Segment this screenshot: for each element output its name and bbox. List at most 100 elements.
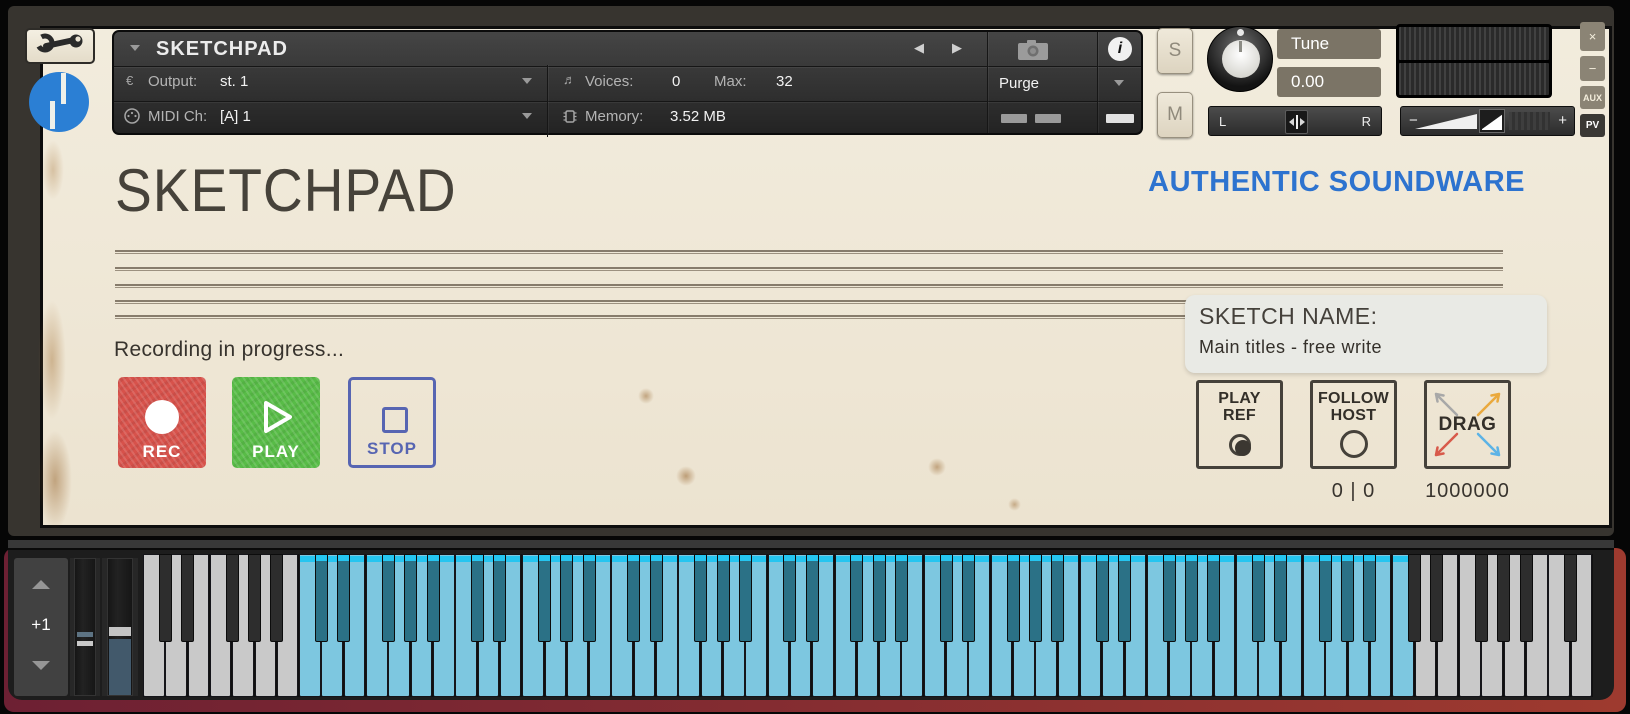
piano-key-black[interactable] [1341,554,1355,642]
piano-key-black[interactable] [560,554,574,642]
piano-key-black[interactable] [850,554,864,642]
piano-key-black[interactable] [1318,554,1332,642]
sketch-name-panel: SKETCH NAME: Main titles - free write [1185,295,1547,373]
follow-host-radio[interactable] [1339,430,1368,458]
output-value[interactable]: st. 1 [220,73,248,90]
piano-key-black[interactable] [738,554,752,642]
sketch-name-label: SKETCH NAME: [1199,303,1378,329]
sketch-name-value[interactable]: Main titles - free write [1199,337,1533,358]
pitch-wheel[interactable] [74,558,96,696]
instrument-collapse-caret[interactable] [130,45,140,51]
piano-key-black[interactable] [1028,554,1042,642]
purge-dropdown-caret[interactable] [1114,80,1124,86]
piano-key-black[interactable] [694,554,708,642]
pv-button[interactable]: PV [1580,114,1605,137]
knob-pointer [1239,41,1242,52]
piano-key-black[interactable] [1251,554,1265,642]
piano-key-black[interactable] [894,554,908,642]
tune-value-box[interactable]: 0.00 [1277,67,1381,97]
midi-value[interactable]: [A] 1 [220,108,251,125]
max-value[interactable]: 32 [776,73,793,90]
piano-key-black[interactable] [627,554,641,642]
play-button[interactable]: PLAY [232,377,320,468]
pan-slider[interactable]: L R [1208,106,1382,136]
stop-square-icon [382,407,408,433]
mod-wheel[interactable] [107,558,133,696]
piano-key-black[interactable] [783,554,797,642]
piano-key-black[interactable] [961,554,975,642]
piano-key-black[interactable] [1207,554,1221,642]
piano-key-black[interactable] [1497,554,1511,642]
stop-button[interactable]: STOP [348,377,436,468]
snapshot-camera-icon[interactable] [1017,39,1049,61]
piano-key-black[interactable] [1162,554,1176,642]
follow-host-button[interactable]: FOLLOW HOST [1310,380,1397,469]
piano-key-black[interactable] [1051,554,1065,642]
piano-key-black[interactable] [1274,554,1288,642]
piano-key-black[interactable] [1006,554,1020,642]
piano-key-black[interactable] [337,554,351,642]
drag-button[interactable]: DRAG [1424,380,1511,469]
divider [1097,32,1098,133]
piano-key-black[interactable] [582,554,596,642]
piano-key-black[interactable] [1095,554,1109,642]
rec-button[interactable]: REC [118,377,206,468]
piano-key-black[interactable] [805,554,819,642]
octave-up-button[interactable] [14,558,68,589]
piano-key-black[interactable] [493,554,507,642]
drag-label: DRAG [1438,414,1497,435]
play-ref-button[interactable]: PLAY REF [1196,380,1283,469]
piano-key-black[interactable] [1408,554,1422,642]
pan-handle[interactable] [1285,110,1308,134]
piano-key-black[interactable] [404,554,418,642]
piano-key-black[interactable] [270,554,284,642]
staff-line [115,267,1503,272]
aux-button[interactable]: AUX [1580,86,1605,109]
minimize-button[interactable]: − [1580,56,1605,81]
piano-key-black[interactable] [1474,554,1488,642]
info-button[interactable]: i [1108,37,1132,61]
volume-slider[interactable]: − + [1400,106,1575,136]
piano-key-black[interactable] [538,554,552,642]
volume-handle[interactable] [1479,109,1505,133]
tune-knob[interactable] [1207,26,1273,92]
midi-dropdown-caret[interactable] [522,113,532,119]
output-dropdown-caret[interactable] [522,78,532,84]
tune-value: 0.00 [1291,72,1325,91]
solo-button[interactable]: S [1157,28,1193,74]
piano-key-black[interactable] [1519,554,1533,642]
mute-button[interactable]: M [1157,92,1193,138]
piano-key-black[interactable] [1184,554,1198,642]
piano-key-black[interactable] [939,554,953,642]
piano-key-black[interactable] [1363,554,1377,642]
octave-shift-value: +1 [31,615,51,634]
piano-key-black[interactable] [158,554,172,642]
piano-key-black[interactable] [1430,554,1444,642]
tune-label: Tune [1291,34,1330,53]
instrument-title[interactable]: SKETCHPAD [156,38,288,61]
piano-key-black[interactable] [872,554,886,642]
close-button[interactable]: × [1580,22,1605,51]
piano-key-black[interactable] [426,554,440,642]
volume-wedge [1415,114,1477,129]
play-ref-radio[interactable] [1228,434,1251,456]
pan-handle-right-arrow-icon [1299,118,1305,126]
piano-key-black[interactable] [471,554,485,642]
piano-key-black[interactable] [181,554,195,642]
volume-minus-label: − [1409,112,1418,129]
piano-key-black[interactable] [381,554,395,642]
octave-down-button[interactable] [14,635,68,670]
prev-instrument-arrow[interactable]: ◀ [914,40,924,56]
minimize-icon: − [1588,61,1597,76]
wrench-icon [34,31,86,62]
purge-label[interactable]: Purge [999,75,1039,92]
next-instrument-arrow[interactable]: ▶ [952,40,962,56]
piano-key-black[interactable] [649,554,663,642]
piano-key-black[interactable] [1118,554,1132,642]
piano-key-black[interactable] [1564,554,1578,642]
piano-key-black[interactable] [225,554,239,642]
edit-wrench-button[interactable] [25,28,95,64]
piano-key-black[interactable] [314,554,328,642]
piano-key-black[interactable] [716,554,730,642]
piano-key-black[interactable] [248,554,262,642]
